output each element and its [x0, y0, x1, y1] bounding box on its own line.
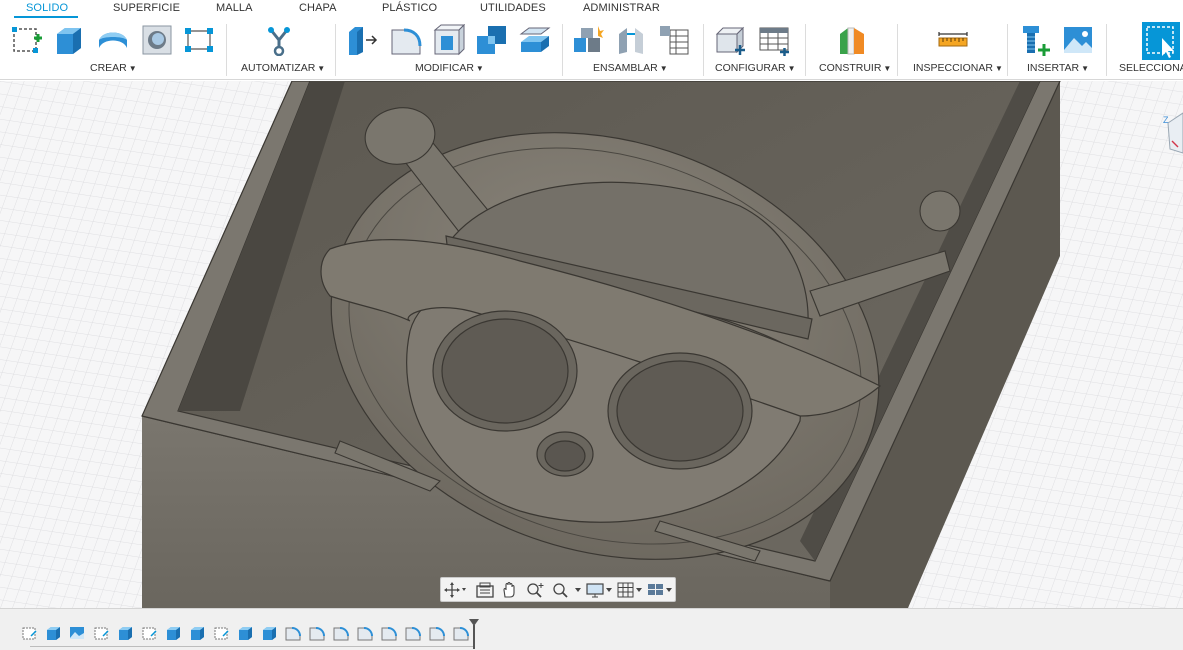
shell-icon[interactable]: [433, 24, 465, 56]
display-settings-icon[interactable]: [585, 581, 613, 599]
timeline-feature-image-icon[interactable]: [68, 624, 86, 642]
toolbar-divider: [335, 24, 336, 76]
new-component-icon[interactable]: [572, 24, 604, 56]
tab-malla[interactable]: MALLA: [216, 2, 253, 14]
group-label-modificar[interactable]: MODIFICAR ▼: [415, 62, 484, 74]
offset-face-icon[interactable]: [519, 24, 551, 56]
timeline-feature-sketch-icon[interactable]: [140, 624, 158, 642]
tab-superficie[interactable]: SUPERFICIE: [113, 2, 180, 14]
insert-image-icon[interactable]: [1062, 24, 1094, 56]
toolbar-divider: [805, 24, 806, 76]
select-icon[interactable]: [1142, 22, 1180, 60]
timeline-track: [30, 646, 474, 647]
toolbar-divider: [897, 24, 898, 76]
timeline-feature-fillet-icon[interactable]: [404, 624, 422, 642]
group-label-insertar[interactable]: INSERTAR ▼: [1027, 62, 1089, 74]
extrude-icon[interactable]: [53, 24, 85, 56]
timeline-feature-fillet-icon[interactable]: [428, 624, 446, 642]
timeline-feature-fillet-icon[interactable]: [332, 624, 350, 642]
model-view[interactable]: Z: [0, 81, 1183, 608]
automate-icon[interactable]: [263, 24, 295, 56]
orbit-icon[interactable]: [444, 581, 466, 599]
timeline-feature-sketch-icon[interactable]: [212, 624, 230, 642]
pan-icon[interactable]: [499, 581, 521, 599]
fillet-icon[interactable]: [390, 24, 422, 56]
grid-icon[interactable]: [616, 581, 644, 599]
navigation-toolbar: [440, 577, 676, 602]
hole-icon[interactable]: [141, 24, 173, 56]
toolbar-divider: [1106, 24, 1107, 76]
group-label-ensamblar[interactable]: ENSAMBLAR ▼: [593, 62, 668, 74]
timeline-feature-extrude-icon[interactable]: [260, 624, 278, 642]
sketch-icon[interactable]: [11, 24, 43, 56]
configure-table-icon[interactable]: [758, 24, 790, 56]
toolbar-divider: [562, 24, 563, 76]
canvas-viewport[interactable]: Z: [0, 81, 1183, 608]
group-label-automatizar[interactable]: AUTOMATIZAR ▼: [241, 62, 325, 74]
group-label-inspeccionar[interactable]: INSPECCIONAR ▼: [913, 62, 1003, 74]
pattern-icon[interactable]: [183, 24, 215, 56]
insert-bolt-icon[interactable]: [1019, 24, 1051, 56]
zoom-icon[interactable]: [524, 581, 546, 599]
toolbar-divider: [226, 24, 227, 76]
revolve-icon[interactable]: [97, 24, 129, 56]
timeline: [0, 608, 1183, 650]
joint-icon[interactable]: [615, 24, 647, 56]
fit-icon[interactable]: [549, 581, 583, 599]
toolbar: CREAR ▼ AUTOMATIZAR ▼ MODIFICAR ▼ ENSAMB…: [0, 18, 1183, 80]
group-label-construir[interactable]: CONSTRUIR ▼: [819, 62, 891, 74]
combine-icon[interactable]: [476, 24, 508, 56]
workspace-tabs: SOLIDO SUPERFICIE MALLA CHAPA PLÁSTICO U…: [0, 0, 1183, 19]
timeline-feature-extrude-icon[interactable]: [164, 624, 182, 642]
timeline-feature-extrude-icon[interactable]: [44, 624, 62, 642]
timeline-feature-fillet-icon[interactable]: [308, 624, 326, 642]
tab-plastico[interactable]: PLÁSTICO: [382, 2, 437, 14]
group-label-configurar[interactable]: CONFIGURAR ▼: [715, 62, 796, 74]
measure-icon[interactable]: [937, 24, 969, 56]
toolbar-divider: [1007, 24, 1008, 76]
timeline-feature-sketch-icon[interactable]: [92, 624, 110, 642]
look-at-icon[interactable]: [474, 581, 496, 599]
timeline-feature-sketch-icon[interactable]: [20, 624, 38, 642]
press-pull-icon[interactable]: [347, 24, 379, 56]
bill-of-materials-icon[interactable]: [658, 24, 690, 56]
group-label-seleccionar[interactable]: SELECCIONAR: [1119, 62, 1183, 74]
timeline-feature-extrude-icon[interactable]: [236, 624, 254, 642]
timeline-feature-fillet-icon[interactable]: [284, 624, 302, 642]
timeline-feature-fillet-icon[interactable]: [356, 624, 374, 642]
configure-icon[interactable]: [715, 24, 747, 56]
viewports-icon[interactable]: [646, 581, 674, 599]
tab-administrar[interactable]: ADMINISTRAR: [583, 2, 660, 14]
timeline-marker[interactable]: [468, 618, 480, 650]
tab-solido[interactable]: SOLIDO: [26, 2, 68, 14]
timeline-feature-fillet-icon[interactable]: [380, 624, 398, 642]
tab-utilidades[interactable]: UTILIDADES: [480, 2, 546, 14]
fusion-app-window: SOLIDO SUPERFICIE MALLA CHAPA PLÁSTICO U…: [0, 0, 1183, 650]
tab-chapa[interactable]: CHAPA: [299, 2, 337, 14]
construction-plane-icon[interactable]: [836, 24, 868, 56]
group-label-crear[interactable]: CREAR ▼: [90, 62, 137, 74]
timeline-feature-extrude-icon[interactable]: [116, 624, 134, 642]
toolbar-divider: [703, 24, 704, 76]
timeline-feature-extrude-icon[interactable]: [188, 624, 206, 642]
svg-text:Z: Z: [1163, 115, 1169, 125]
